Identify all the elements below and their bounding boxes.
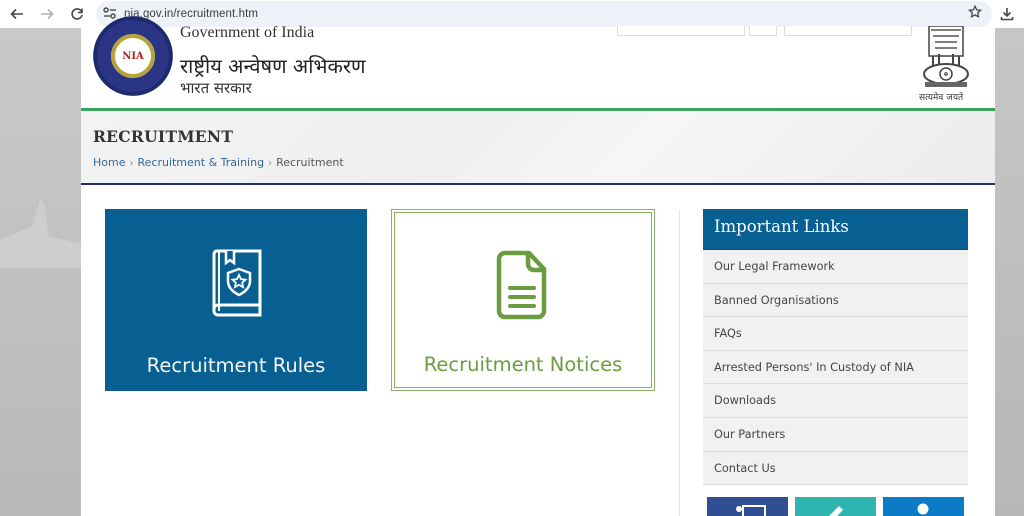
page-background-left — [0, 28, 81, 516]
link-legal-framework[interactable]: Our Legal Framework — [703, 250, 968, 284]
recruitment-rules-tile[interactable]: Recruitment Rules — [105, 209, 367, 391]
tune-icon — [103, 6, 116, 19]
quick-tile-user[interactable] — [883, 497, 964, 516]
pencil-icon — [829, 506, 843, 516]
back-button[interactable] — [2, 0, 32, 28]
forward-button[interactable] — [32, 0, 62, 28]
page-background-right — [995, 28, 1024, 516]
map-watermark — [0, 198, 81, 268]
breadcrumb-separator: › — [129, 158, 134, 169]
top-control-1[interactable] — [617, 26, 745, 36]
content-divider — [679, 210, 680, 516]
national-emblem: सत्यमेव जयते — [917, 25, 975, 108]
important-links-panel: Important Links Our Legal Framework Bann… — [703, 209, 968, 486]
link-faqs[interactable]: FAQs — [703, 317, 968, 351]
quick-tile-presentation[interactable] — [707, 497, 788, 516]
link-banned-organisations[interactable]: Banned Organisations — [703, 283, 968, 318]
site-title-hindi: राष्ट्रीय अन्वेषण अभिकरण — [180, 54, 366, 78]
reload-button[interactable] — [62, 0, 92, 28]
important-links-heading: Important Links — [703, 209, 968, 250]
emblem-motto: सत्यमेव जयते — [919, 93, 964, 103]
ashoka-emblem-icon — [923, 25, 969, 87]
logo-text: NIA — [122, 50, 144, 62]
site-subtitle-hindi: भारत सरकार — [180, 79, 252, 97]
download-button[interactable] — [996, 3, 1018, 25]
page-title: RECRUITMENT — [93, 127, 234, 146]
user-icon — [917, 503, 929, 515]
document-icon — [496, 250, 547, 320]
title-band: RECRUITMENT Home › Recruitment & Training ›… — [81, 111, 995, 185]
recruitment-notices-tile[interactable]: Recruitment Notices — [391, 209, 655, 391]
site-title-english: Government of India — [180, 24, 315, 41]
nia-logo[interactable]: NIA — [93, 16, 173, 96]
link-downloads[interactable]: Downloads — [703, 384, 968, 418]
breadcrumb: Home › Recruitment & Training › Recruitment — [93, 156, 344, 169]
breadcrumb-home[interactable]: Home — [93, 156, 125, 169]
recruitment-notices-label: Recruitment Notices — [423, 353, 623, 376]
reload-icon — [71, 8, 83, 20]
recruitment-rules-label: Recruitment Rules — [146, 354, 326, 377]
quick-tile-pencil[interactable] — [795, 497, 876, 516]
presentation-icon — [736, 505, 766, 516]
breadcrumb-current: Recruitment — [276, 156, 344, 169]
link-arrested-persons[interactable]: Arrested Persons' In Custody of NIA — [703, 350, 968, 385]
top-control-2[interactable] — [749, 26, 777, 36]
breadcrumb-recruitment-training[interactable]: Recruitment & Training — [137, 156, 264, 169]
star-icon — [967, 4, 983, 19]
logo-wreath: NIA — [111, 34, 155, 78]
breadcrumb-separator: › — [268, 158, 273, 169]
top-control-3[interactable] — [784, 26, 912, 36]
link-contact-us[interactable]: Contact Us — [703, 451, 968, 486]
bookmark-button[interactable] — [967, 4, 983, 23]
link-our-partners[interactable]: Our Partners — [703, 417, 968, 452]
arrow-left-icon — [10, 8, 23, 20]
download-icon — [1000, 8, 1014, 21]
rule-book-icon — [212, 249, 262, 317]
page-content: NIA Government of India राष्ट्रीय अन्वेष… — [81, 16, 995, 516]
site-header: NIA Government of India राष्ट्रीय अन्वेष… — [81, 16, 995, 108]
arrow-right-icon — [41, 8, 54, 20]
